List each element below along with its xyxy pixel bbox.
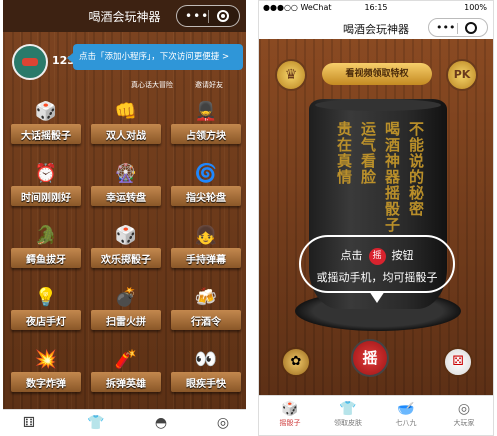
tab-label: 七八九 bbox=[395, 419, 417, 427]
tab-icon: 🎲 bbox=[281, 401, 299, 417]
left-screen: 喝酒会玩神器 ••• 123 点击「添加小程序」，下次访问更便捷 > 真心话大冒… bbox=[3, 0, 246, 436]
tab-3[interactable]: ◎ 大玩家 bbox=[441, 400, 487, 428]
tab-icon: 🥣 bbox=[397, 401, 415, 417]
game-label: 大话摇骰子 bbox=[21, 131, 71, 142]
game-tile[interactable]: 💂 占领方块 bbox=[167, 92, 245, 148]
game-tile[interactable]: 🧨 拆弹英雄 bbox=[87, 340, 165, 396]
versus-icon: 👊 bbox=[114, 100, 138, 122]
calligraphy-text: 不能说的秘密 bbox=[409, 120, 425, 218]
game-label: 双人对战 bbox=[106, 131, 146, 142]
avatar[interactable] bbox=[12, 44, 48, 80]
game-label: 鳄鱼拔牙 bbox=[26, 255, 66, 266]
dice-cup-rim bbox=[315, 99, 441, 111]
girl-icon: 👧 bbox=[194, 224, 218, 246]
game-label: 拆弹英雄 bbox=[106, 379, 146, 390]
game-label: 手持弹幕 bbox=[186, 255, 226, 266]
calligraphy-text: 运气看脸 bbox=[361, 120, 377, 186]
tab-0[interactable]: 🎲 摇骰子 bbox=[267, 400, 313, 428]
dice-tab-icon[interactable]: ⚅ bbox=[21, 415, 37, 431]
shake-button[interactable]: 摇 bbox=[351, 339, 389, 377]
tab-label: 领取皮肤 bbox=[334, 419, 362, 427]
game-label: 指尖轮盘 bbox=[186, 193, 226, 204]
game-label: 扫雷火拼 bbox=[106, 317, 146, 328]
pk-button[interactable]: PK bbox=[446, 59, 478, 91]
more-icon[interactable]: ••• bbox=[185, 10, 209, 22]
calligraphy-text: 贵在真情 bbox=[337, 120, 353, 186]
eyes-icon: 👀 bbox=[194, 348, 218, 370]
top-bar: 喝酒会玩神器 ••• bbox=[3, 0, 246, 32]
game-tile[interactable]: 💥 数字炸弹 bbox=[7, 340, 85, 396]
game-label: 夜店手灯 bbox=[26, 317, 66, 328]
game-label: 欢乐掷骰子 bbox=[101, 255, 151, 266]
game-tile[interactable]: 🎡 幸运转盘 bbox=[87, 154, 165, 210]
dice-icon: 🎲 bbox=[114, 224, 138, 246]
game-tile[interactable]: 🎲 大话摇骰子 bbox=[7, 92, 85, 148]
tab-icon: ◎ bbox=[457, 401, 471, 417]
close-miniprogram-icon[interactable] bbox=[217, 10, 229, 22]
tab-2[interactable]: 🥣 七八九 bbox=[383, 400, 429, 428]
more-icon[interactable]: ••• bbox=[436, 22, 455, 33]
game-tile[interactable]: ⏰ 时间刚刚好 bbox=[7, 154, 85, 210]
game-label: 眼疾手快 bbox=[186, 379, 226, 390]
game-label: 数字炸弹 bbox=[26, 379, 66, 390]
crocodile-icon: 🐊 bbox=[34, 224, 58, 246]
hint-text: 点击 bbox=[340, 249, 363, 262]
bomb-icon: 💣 bbox=[114, 286, 138, 308]
light-icon: 💡 bbox=[34, 286, 58, 308]
status-bar: ●●●○○ WeChat 16:15 100% bbox=[259, 1, 493, 15]
hint-line-1: 点击摇按钮 bbox=[301, 247, 453, 265]
tab-label: 摇骰子 bbox=[279, 419, 301, 427]
number-bomb-icon: 💥 bbox=[34, 348, 58, 370]
hint-text: 按钮 bbox=[391, 249, 414, 262]
capsule-menu[interactable]: ••• bbox=[428, 18, 488, 37]
tab-1[interactable]: 👕 领取皮肤 bbox=[325, 400, 371, 428]
tab-icon: 👕 bbox=[339, 401, 357, 417]
game-tile[interactable]: 🌀 指尖轮盘 bbox=[167, 154, 245, 210]
hint-line-2: 或摇动手机，均可摇骰子 bbox=[316, 271, 438, 284]
crown-icon[interactable]: ♛ bbox=[275, 59, 307, 91]
shake-hint-bubble: 点击摇按钮 或摇动手机，均可摇骰子 bbox=[299, 235, 455, 303]
game-label: 时间刚刚好 bbox=[21, 193, 71, 204]
clock: 16:15 bbox=[364, 3, 388, 12]
bottom-nav: ⚅ 👕 ◓ ◎ bbox=[3, 409, 246, 436]
clock-icon: ⏰ bbox=[34, 162, 58, 184]
game-tile[interactable]: 🎲 欢乐掷骰子 bbox=[87, 216, 165, 272]
game-tile[interactable]: 👧 手持弹幕 bbox=[167, 216, 245, 272]
game-label: 行酒令 bbox=[191, 317, 221, 328]
right-screen: ●●●○○ WeChat 16:15 100% 喝酒会玩神器 ••• ♛ 看视频… bbox=[258, 0, 494, 436]
capsule-menu[interactable]: ••• bbox=[176, 5, 240, 27]
game-tile[interactable]: 🐊 鳄鱼拔牙 bbox=[7, 216, 85, 272]
shirt-tab-icon[interactable]: 👕 bbox=[87, 415, 104, 431]
defuse-icon: 🧨 bbox=[114, 348, 138, 370]
watch-video-privilege-button[interactable]: 看视频领取特权 bbox=[322, 63, 432, 85]
add-miniprogram-tip[interactable]: 点击「添加小程序」，下次访问更便捷 > bbox=[67, 44, 243, 70]
shake-mini-icon: 摇 bbox=[368, 247, 386, 265]
bottom-tab-bar: 🎲 摇骰子 👕 领取皮肤 🥣 七八九 ◎ 大玩家 bbox=[259, 395, 493, 435]
bowl-tab-icon[interactable]: ◓ bbox=[153, 415, 169, 431]
game-tile[interactable]: 💡 夜店手灯 bbox=[7, 278, 85, 334]
spinner-icon: 🌀 bbox=[194, 162, 218, 184]
battery: 100% bbox=[464, 3, 487, 12]
calligraphy-text: 喝酒神器摇骰子 bbox=[385, 120, 401, 234]
dice-icon[interactable]: ⚄ bbox=[443, 347, 473, 377]
dice-cup-icon: 🎲 bbox=[34, 100, 58, 122]
game-tile[interactable]: 💣 扫雷火拼 bbox=[87, 278, 165, 334]
game-label: 幸运转盘 bbox=[106, 193, 146, 204]
soldier-icon: 💂 bbox=[194, 100, 218, 122]
game-tile[interactable]: 👀 眼疾手快 bbox=[167, 340, 245, 396]
toast-icon: 🍻 bbox=[194, 286, 218, 308]
top-bar: 喝酒会玩神器 ••• bbox=[259, 15, 493, 39]
game-label: 占领方块 bbox=[186, 131, 226, 142]
game-tile[interactable]: 🍻 行酒令 bbox=[167, 278, 245, 334]
wheel-icon: 🎡 bbox=[114, 162, 138, 184]
settings-icon[interactable]: ✿ bbox=[281, 347, 311, 377]
invite-friends-link[interactable]: 邀请好友 bbox=[195, 80, 223, 90]
tab-label: 大玩家 bbox=[453, 419, 475, 427]
truth-or-dare-link[interactable]: 真心话大冒险 bbox=[131, 80, 173, 90]
discover-tab-icon[interactable]: ◎ bbox=[215, 415, 231, 431]
capsule-divider bbox=[208, 10, 209, 23]
close-miniprogram-icon[interactable] bbox=[465, 22, 477, 34]
game-tile[interactable]: 👊 双人对战 bbox=[87, 92, 165, 148]
capsule-divider bbox=[457, 23, 458, 34]
